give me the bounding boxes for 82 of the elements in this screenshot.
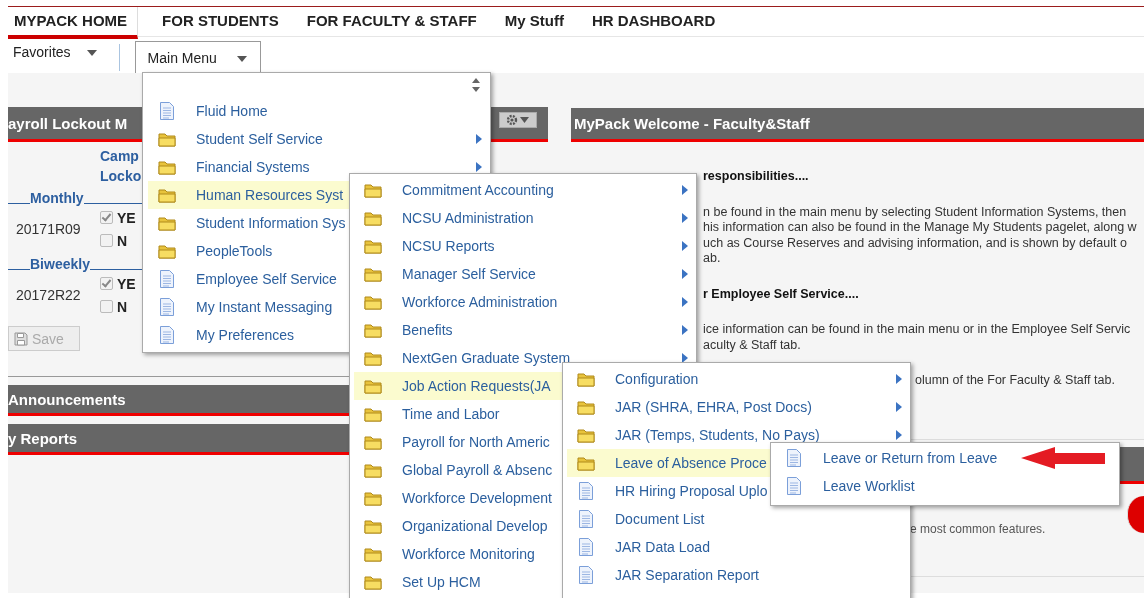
folder-icon xyxy=(158,131,176,147)
folder-icon xyxy=(364,434,382,450)
text-line: e most common features. xyxy=(910,522,1046,538)
option-label: N xyxy=(117,232,128,249)
document-icon xyxy=(786,448,802,468)
document-icon xyxy=(786,476,802,496)
text-line: r Employee Self Service.... xyxy=(703,286,860,302)
period-code: 20171R09 xyxy=(15,221,82,237)
pagelet-title: ayroll Lockout M xyxy=(8,114,128,132)
folder-icon xyxy=(364,266,382,282)
document-icon xyxy=(159,297,175,317)
group-label: Biweekly xyxy=(30,256,90,272)
menu-item[interactable]: Workforce Administration xyxy=(354,288,696,316)
checkbox[interactable] xyxy=(100,277,113,290)
caret-icon xyxy=(86,50,97,56)
folder-icon xyxy=(364,574,382,590)
folder-icon xyxy=(364,294,382,310)
caret-icon xyxy=(236,55,247,62)
period-code: 20172R22 xyxy=(15,287,82,303)
checkbox[interactable] xyxy=(100,234,113,247)
text-line: responsibilities.... xyxy=(703,169,810,185)
folder-icon xyxy=(577,455,595,471)
document-icon xyxy=(578,509,594,529)
pagelet-title: y Reports xyxy=(8,429,78,447)
folder-icon xyxy=(577,371,595,387)
folder-icon xyxy=(364,182,382,198)
option-label: YE xyxy=(117,275,136,292)
document-icon xyxy=(578,565,594,585)
option-label: N xyxy=(117,298,128,315)
gear-icon xyxy=(506,113,530,126)
column-header: Camp xyxy=(100,147,139,166)
settings-button[interactable] xyxy=(499,111,537,128)
folder-icon xyxy=(158,187,176,203)
pagelet-title: MyPack Welcome - Faculty&Staff xyxy=(574,115,810,132)
group-label: Monthly xyxy=(30,190,84,206)
document-icon xyxy=(159,269,175,289)
folder-icon xyxy=(364,546,382,562)
folder-icon xyxy=(364,518,382,534)
text-line: uch as Course Reserves and advising information, and is shown by default o xyxy=(703,235,1128,251)
folder-icon xyxy=(364,322,382,338)
document-icon xyxy=(578,537,594,557)
folder-icon xyxy=(158,159,176,175)
checkbox[interactable] xyxy=(100,300,113,313)
scroll-arrows-icon xyxy=(471,77,481,93)
folder-icon xyxy=(364,238,382,254)
option-label: YE xyxy=(117,209,136,226)
text-line: ab. xyxy=(703,251,722,267)
column-header: Locko xyxy=(100,167,142,186)
text-line: his information can also be found in the Manage My Students pagelet, along w xyxy=(703,220,1138,236)
menu-item[interactable]: Manager Self Service xyxy=(354,260,696,288)
text-line: olumn of the For Faculty & Staff tab. xyxy=(915,373,1116,389)
nav-tab[interactable]: FOR STUDENTS xyxy=(156,7,289,35)
folder-icon xyxy=(364,378,382,394)
folder-icon xyxy=(577,427,595,443)
document-icon xyxy=(159,101,175,121)
nav-tab[interactable]: HR DASHBOARD xyxy=(585,7,726,35)
menu-item[interactable]: Fluid Home xyxy=(148,97,490,125)
nav-tab[interactable]: My Stuff xyxy=(498,7,574,35)
folder-icon xyxy=(364,462,382,478)
menu-item[interactable]: Document List xyxy=(567,505,910,533)
document-icon xyxy=(578,481,594,501)
menu-item[interactable]: Benefits xyxy=(354,316,696,344)
menu-item[interactable]: Student Self Service xyxy=(148,125,490,153)
menu-item[interactable]: JAR Data Load xyxy=(567,533,910,561)
menu-item[interactable]: JAR Separation Report xyxy=(567,561,910,589)
folder-icon xyxy=(364,350,382,366)
folder-icon xyxy=(364,406,382,422)
text-line: n be found in the main menu by selecting Student Information Systems, then xyxy=(703,204,1128,220)
nav-tab[interactable]: MYPACK HOME xyxy=(8,7,139,39)
folder-icon xyxy=(364,210,382,226)
checkbox[interactable] xyxy=(100,211,113,224)
menu-item[interactable]: NCSU Reports xyxy=(354,232,696,260)
nav-tab[interactable]: FOR FACULTY & STAFF xyxy=(300,7,487,35)
folder-icon xyxy=(577,399,595,415)
text-line: ice information can be found in the main menu or in the Employee Self Servic xyxy=(703,322,1132,338)
folder-icon xyxy=(158,215,176,231)
favorites-dropdown[interactable]: Favorites xyxy=(8,37,97,67)
folder-icon xyxy=(364,490,382,506)
pagelet-title: Announcements xyxy=(8,390,126,408)
text-line: aculty & Staff tab. xyxy=(703,337,802,353)
folder-icon xyxy=(158,243,176,259)
document-icon xyxy=(159,325,175,345)
